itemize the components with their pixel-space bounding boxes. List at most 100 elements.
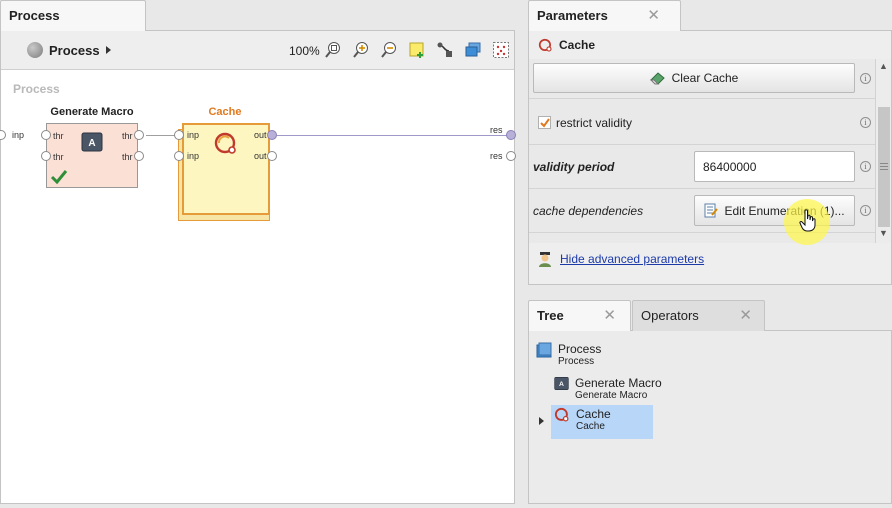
result-port-1[interactable] xyxy=(506,130,516,140)
breadcrumb-label: Process xyxy=(49,42,100,58)
macro-a-icon: A xyxy=(81,132,103,152)
macro-a-icon: A xyxy=(554,377,569,390)
list-edit-icon xyxy=(704,203,719,218)
cache-input-port-1[interactable] xyxy=(174,130,184,140)
info-icon[interactable]: i xyxy=(860,73,871,84)
port-label: thr xyxy=(122,131,133,141)
tab-parameters-label: Parameters xyxy=(537,8,608,23)
parameters-scrollbar[interactable]: ▲ ▼ xyxy=(875,59,891,243)
macro-input-port-2[interactable] xyxy=(41,151,51,161)
tree-node-sublabel: Process xyxy=(558,356,595,367)
tree-node-sublabel: Cache xyxy=(576,421,605,432)
tab-tree[interactable]: Tree ✕ xyxy=(528,300,631,331)
macro-output-port-1[interactable] xyxy=(134,130,144,140)
result-port-label: res xyxy=(490,151,503,161)
tab-parameters[interactable]: Parameters ✕ xyxy=(528,0,681,31)
tree-node-label: Process xyxy=(558,342,602,356)
result-port-label: res xyxy=(490,125,503,135)
operator-title-generate-macro: Generate Macro xyxy=(50,106,134,118)
process-canvas[interactable]: Process inp Generate Macro A thr thr thr… xyxy=(0,70,516,503)
grid-icon[interactable] xyxy=(492,41,510,59)
add-note-icon[interactable] xyxy=(408,41,426,59)
canvas-label: Process xyxy=(13,82,60,96)
hand-cursor-icon xyxy=(799,209,816,232)
restrict-validity-label: restrict validity xyxy=(556,116,633,130)
close-icon[interactable]: ✕ xyxy=(603,301,616,331)
operator-title-cache: Cache xyxy=(208,106,242,118)
result-port-2[interactable] xyxy=(506,151,516,161)
tab-process[interactable]: Process xyxy=(0,0,146,31)
edit-enumeration-button[interactable]: Edit Enumeration (1)... xyxy=(694,195,855,226)
hide-advanced-link[interactable]: Hide advanced parameters xyxy=(537,251,704,267)
scrollbar-thumb[interactable] xyxy=(878,107,890,227)
macro-output-port-2[interactable] xyxy=(134,151,144,161)
tree-node-label: Cache xyxy=(576,407,611,421)
info-icon[interactable]: i xyxy=(860,205,871,216)
parameters-operator-name: Cache xyxy=(559,38,596,52)
tree-node-sublabel: Generate Macro xyxy=(575,390,648,401)
globe-icon xyxy=(27,42,43,58)
process-input-port[interactable] xyxy=(0,130,6,140)
port-label: out xyxy=(254,130,267,140)
eraser-icon xyxy=(649,72,665,85)
parameters-panel: Cache Clear Cache i restrict validity i … xyxy=(528,30,892,285)
cache-input-port-2[interactable] xyxy=(174,151,184,161)
tab-tree-label: Tree xyxy=(537,308,564,323)
zoom-fit-icon[interactable] xyxy=(324,41,342,59)
macro-input-port-1[interactable] xyxy=(41,130,51,140)
cache-dependencies-label: cache dependencies xyxy=(533,204,644,218)
port-label: out xyxy=(254,151,267,161)
port-label: inp xyxy=(187,151,200,161)
info-icon[interactable]: i xyxy=(860,161,871,172)
cache-icon xyxy=(214,132,236,154)
restrict-validity-checkbox[interactable] xyxy=(538,116,551,129)
chevron-right-icon[interactable] xyxy=(105,46,111,54)
port-label: thr xyxy=(122,152,133,162)
svg-text:A: A xyxy=(559,381,564,388)
hide-advanced-label: Hide advanced parameters xyxy=(560,252,705,266)
breadcrumb[interactable]: Process xyxy=(27,42,111,58)
tab-operators[interactable]: Operators ✕ xyxy=(632,300,765,331)
validity-period-input[interactable]: 86400000 xyxy=(694,151,855,182)
clear-cache-label: Clear Cache xyxy=(671,71,739,85)
tree-node-cache[interactable]: Cache Cache xyxy=(551,405,653,439)
tree-node-process[interactable]: Process Process xyxy=(533,340,604,369)
validity-period-label: validity period xyxy=(533,160,615,174)
process-icon xyxy=(536,342,552,358)
wire-cache-to-result[interactable] xyxy=(277,135,507,136)
cache-output-port-2[interactable] xyxy=(267,151,277,161)
parameters-header: Cache xyxy=(529,31,891,59)
arrange-icon[interactable] xyxy=(464,41,482,59)
tree-node-generate-macro[interactable]: A Generate Macro Generate Macro xyxy=(551,374,665,403)
process-toolbar: Process 100% xyxy=(1,31,514,70)
checkmark-icon xyxy=(539,117,550,128)
operator-cache[interactable]: inp inp out out xyxy=(182,123,270,215)
scroll-up-icon[interactable]: ▲ xyxy=(879,61,888,71)
info-icon[interactable]: i xyxy=(860,117,871,128)
svg-text:A: A xyxy=(88,138,95,149)
close-icon[interactable]: ✕ xyxy=(739,301,752,331)
port-label: thr xyxy=(53,131,64,141)
cache-icon xyxy=(538,38,552,52)
operator-generate-macro[interactable]: A thr thr thr thr xyxy=(46,123,138,188)
validity-period-value: 86400000 xyxy=(703,159,757,174)
param-row-restrict-validity: restrict validity i xyxy=(529,99,875,145)
tree-node-label: Generate Macro xyxy=(575,376,662,390)
cache-icon xyxy=(554,407,569,422)
scroll-down-icon[interactable]: ▼ xyxy=(879,228,888,238)
zoom-in-icon[interactable] xyxy=(352,41,370,59)
auto-wire-icon[interactable] xyxy=(436,41,454,59)
expand-arrow-icon[interactable] xyxy=(539,417,544,425)
port-label: thr xyxy=(53,152,64,162)
checkmark-icon xyxy=(50,170,68,185)
zoom-level: 100% xyxy=(289,44,320,58)
close-icon[interactable]: ✕ xyxy=(647,1,660,31)
process-panel: Process 100% Process inp Generate Macro … xyxy=(0,30,516,504)
port-label: inp xyxy=(187,130,200,140)
process-input-port-label: inp xyxy=(12,130,25,140)
param-row-clear-cache: Clear Cache i xyxy=(529,59,875,99)
tab-process-label: Process xyxy=(9,8,60,23)
clear-cache-button[interactable]: Clear Cache xyxy=(533,63,855,93)
cache-output-port-1[interactable] xyxy=(267,130,277,140)
zoom-out-icon[interactable] xyxy=(380,41,398,59)
